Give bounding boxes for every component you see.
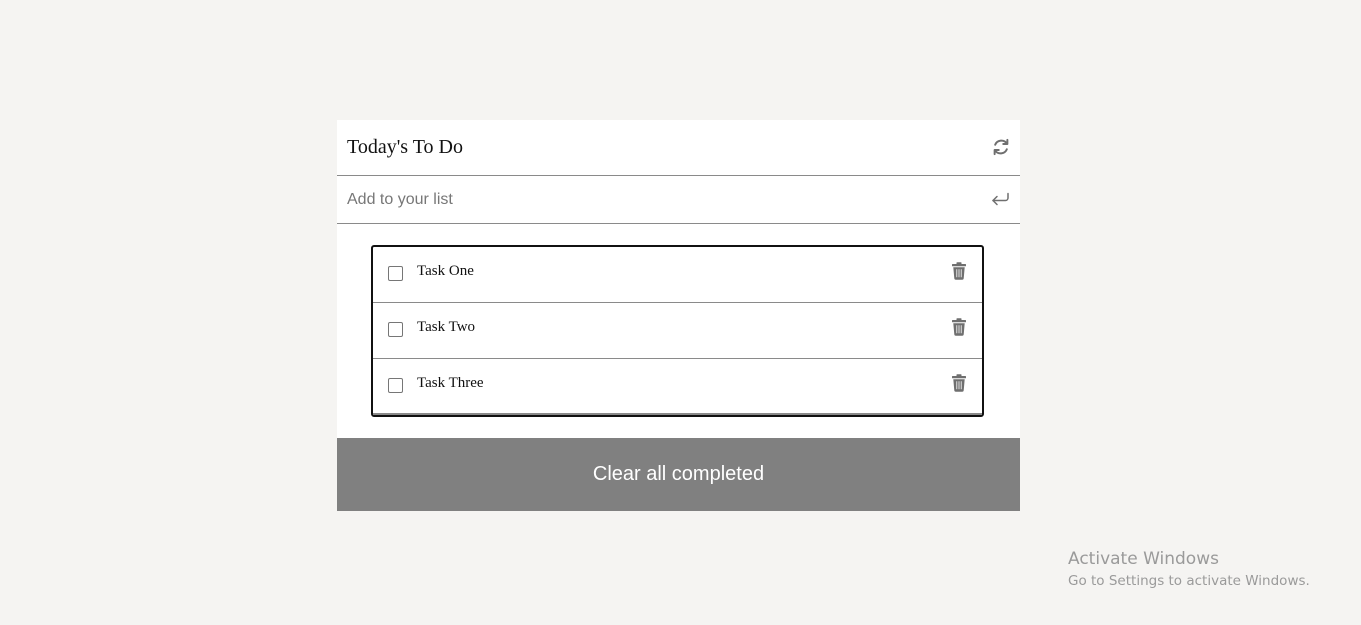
task-label: Task Two xyxy=(417,319,476,335)
refresh-icon[interactable] xyxy=(992,138,1010,156)
task-label: Task Three xyxy=(417,375,484,391)
add-task-row xyxy=(337,176,1020,224)
task-checkbox[interactable] xyxy=(388,322,403,337)
task-item: Task Two xyxy=(373,303,982,359)
task-item: Task Three xyxy=(373,359,982,415)
task-list-container: Task One Task Two Task Three xyxy=(337,224,1020,438)
windows-activation-watermark: Activate Windows Go to Settings to activ… xyxy=(1068,548,1310,592)
clear-completed-button[interactable]: Clear all completed xyxy=(337,438,1020,511)
app-title: Today's To Do xyxy=(347,136,463,158)
trash-icon[interactable] xyxy=(951,318,967,336)
task-item: Task One xyxy=(373,247,982,303)
trash-icon[interactable] xyxy=(951,262,967,280)
task-checkbox[interactable] xyxy=(388,378,403,393)
todo-card: Today's To Do Task One xyxy=(337,120,1020,511)
add-task-input[interactable] xyxy=(337,176,977,223)
trash-icon[interactable] xyxy=(951,374,967,392)
todo-header: Today's To Do xyxy=(337,120,1020,176)
watermark-title: Activate Windows xyxy=(1068,549,1219,569)
task-list: Task One Task Two Task Three xyxy=(371,245,984,417)
watermark-subtitle: Go to Settings to activate Windows. xyxy=(1068,573,1310,589)
task-checkbox[interactable] xyxy=(388,266,403,281)
task-label: Task One xyxy=(417,263,474,279)
enter-arrow-icon[interactable] xyxy=(990,191,1010,207)
